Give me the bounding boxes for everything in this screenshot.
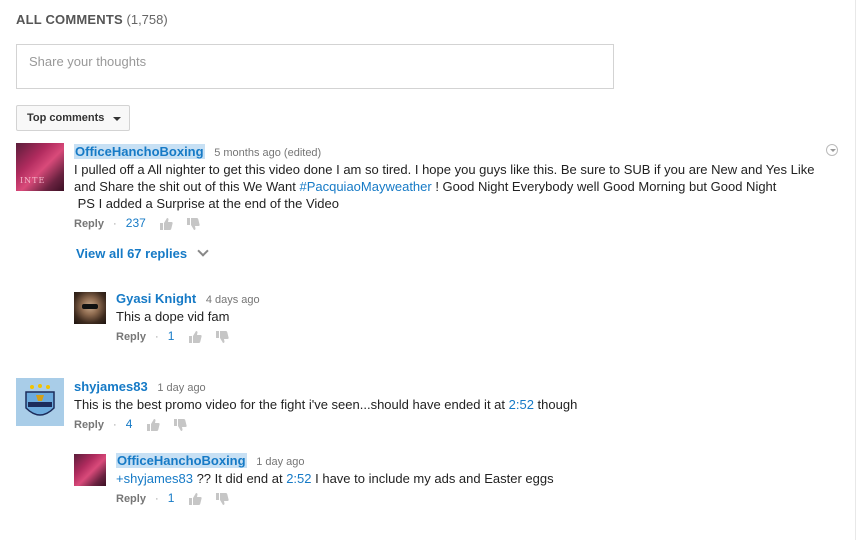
like-count: 237 <box>125 216 146 230</box>
thumbs-down-icon[interactable] <box>186 217 200 231</box>
reply-actions: Reply · 1 <box>116 329 229 345</box>
comments-title: ALL COMMENTS <box>16 12 123 27</box>
reply-author[interactable]: OfficeHanchoBoxing <box>116 453 247 468</box>
comment-text-part: This is the best promo video for the fig… <box>74 397 509 412</box>
avatar-detail <box>82 304 98 309</box>
sort-comments-button[interactable]: Top comments <box>16 105 130 131</box>
reply-header: OfficeHanchoBoxing 1 day ago <box>116 453 305 468</box>
comment-line: PS I added a Surprise at the end of the … <box>74 196 340 211</box>
thumbs-down-icon[interactable] <box>215 492 229 506</box>
like-count: 1 <box>167 329 175 343</box>
thumbs-down-icon[interactable] <box>215 330 229 344</box>
reply-header: Gyasi Knight 4 days ago <box>116 291 260 306</box>
mention-link[interactable]: +shyjames83 <box>116 471 193 486</box>
reply-button[interactable]: Reply <box>74 218 104 230</box>
reply-timestamp[interactable]: 1 day ago <box>256 456 304 468</box>
avatar[interactable] <box>74 292 106 324</box>
avatar-text: INTE <box>20 176 46 185</box>
reply-timestamp[interactable]: 4 days ago <box>206 294 260 306</box>
comment-timestamp[interactable]: 1 day ago <box>157 382 205 394</box>
comment-menu-button[interactable] <box>826 144 838 156</box>
comment-header: shyjames83 1 day ago <box>74 379 206 394</box>
avatar[interactable] <box>74 454 106 486</box>
thumbs-up-icon[interactable] <box>188 330 202 344</box>
reply-text: This a dope vid fam <box>116 309 230 324</box>
reply-text-part: I have to include my ads and Easter eggs <box>311 471 554 486</box>
comment-line: I pulled off a All nighter to get this v… <box>74 162 815 177</box>
page-border <box>855 0 856 540</box>
comment-author[interactable]: OfficeHanchoBoxing <box>74 144 205 159</box>
comments-count: (1,758) <box>126 12 168 27</box>
like-count: 1 <box>167 491 175 505</box>
timestamp-link[interactable]: 2:52 <box>509 397 534 412</box>
separator-dot: · <box>113 419 117 431</box>
comment-text-part: and Share the shit out of this We Want <box>74 179 300 194</box>
view-replies-button[interactable]: View all 67 replies <box>76 245 209 261</box>
hashtag-link[interactable]: #PacquiaoMayweather <box>299 179 431 194</box>
timestamp-link[interactable]: 2:52 <box>286 471 311 486</box>
thumbs-up-icon[interactable] <box>146 418 160 432</box>
caret-down-icon <box>113 117 121 121</box>
separator-dot: · <box>155 331 159 343</box>
reply-text: +shyjames83 ?? It did end at 2:52 I have… <box>116 470 554 487</box>
reply-button[interactable]: Reply <box>116 331 146 343</box>
thumbs-up-icon[interactable] <box>159 217 173 231</box>
comment-text: This is the best promo video for the fig… <box>74 396 577 413</box>
comments-header: ALL COMMENTS (1,758) <box>16 12 168 27</box>
share-thoughts-box[interactable] <box>16 44 614 89</box>
comment-header: OfficeHanchoBoxing 5 months ago (edited) <box>74 144 321 159</box>
sort-label: Top comments <box>27 112 105 124</box>
comment-author[interactable]: shyjames83 <box>74 379 148 394</box>
avatar[interactable] <box>16 378 64 426</box>
share-thoughts-input[interactable] <box>27 53 591 70</box>
comment-text-part: though <box>533 397 578 412</box>
comment-text: I pulled off a All nighter to get this v… <box>74 161 844 212</box>
comment-actions: Reply · 237 <box>74 216 200 232</box>
reply-button[interactable]: Reply <box>116 493 146 505</box>
comment-timestamp[interactable]: 5 months ago (edited) <box>214 147 321 159</box>
comment-line: and Share the shit out of this We Want #… <box>74 178 844 195</box>
club-crest-icon <box>16 378 64 426</box>
chevron-down-icon <box>197 245 209 257</box>
thumbs-up-icon[interactable] <box>188 492 202 506</box>
view-replies-label: View all 67 replies <box>76 246 188 261</box>
comment-text-part: ! Good Night Everybody well Good Morning… <box>431 179 777 194</box>
avatar[interactable]: INTE <box>16 143 64 191</box>
separator-dot: · <box>113 218 117 230</box>
reply-actions: Reply · 1 <box>116 491 229 507</box>
like-count: 4 <box>125 417 133 431</box>
reply-author[interactable]: Gyasi Knight <box>116 291 196 306</box>
reply-button[interactable]: Reply <box>74 419 104 431</box>
comment-actions: Reply · 4 <box>74 417 187 433</box>
reply-text-part: ?? It did end at <box>192 471 287 486</box>
thumbs-down-icon[interactable] <box>173 418 187 432</box>
separator-dot: · <box>155 493 159 505</box>
